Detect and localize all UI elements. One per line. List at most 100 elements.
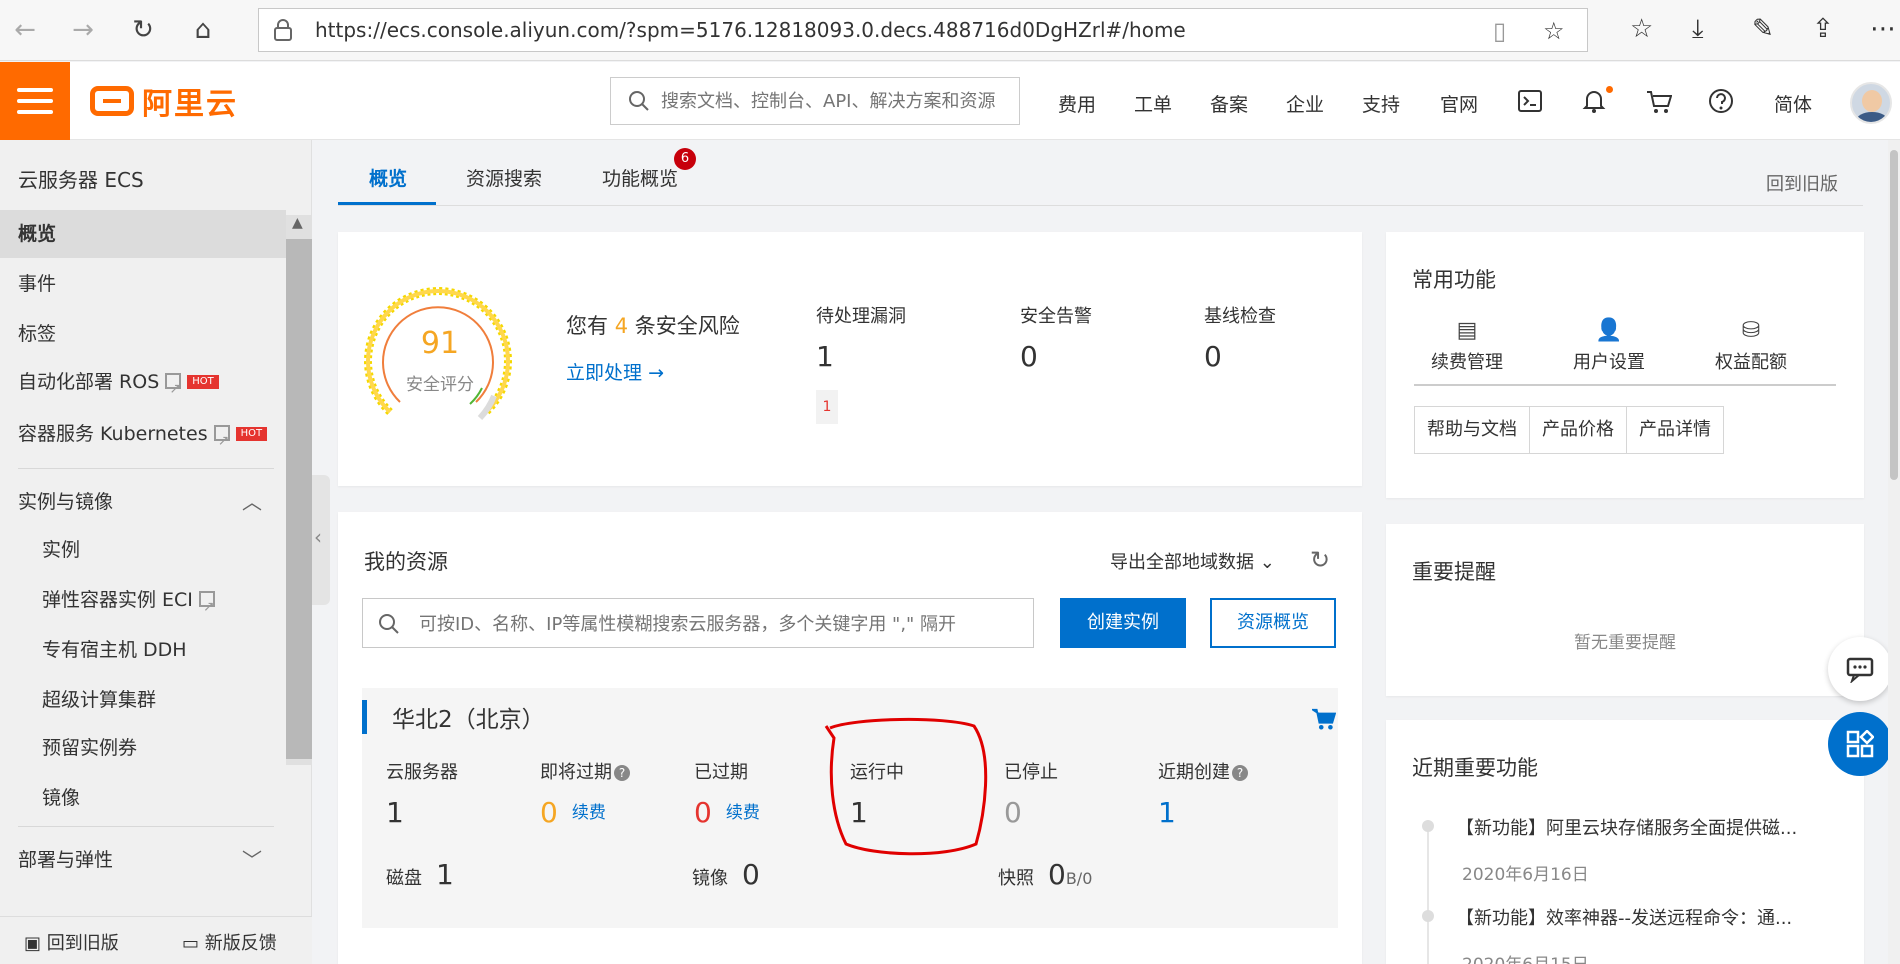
back-to-old-version[interactable]: 回到旧版 [1766, 170, 1838, 196]
sidebar-item-supercomputing[interactable]: 超级计算集群 [0, 676, 286, 724]
pending-vulns-value[interactable]: 1 [816, 340, 834, 373]
my-resources-title: 我的资源 [364, 550, 448, 574]
browser-toolbar: ← → ↻ ⌂ https://ecs.console.aliyun.com/?… [0, 0, 1900, 61]
user-settings-icon: 👤 [1595, 318, 1623, 343]
handle-now-link[interactable]: 立即处理 → [566, 358, 664, 385]
resource-search[interactable] [362, 598, 1034, 648]
metric-value-stopped[interactable]: 0 [1004, 796, 1022, 829]
important-notices-title: 重要提醒 [1412, 560, 1496, 584]
resource-overview-button[interactable]: 资源概览 [1210, 598, 1336, 648]
chat-button[interactable] [1828, 637, 1892, 701]
sidebar-section-instances[interactable]: 实例与镜像 ︿ [0, 478, 286, 526]
address-bar[interactable]: https://ecs.console.aliyun.com/?spm=5176… [258, 8, 1588, 52]
sidebar-item-events[interactable]: 事件 [0, 260, 286, 308]
sidebar-collapse-handle[interactable]: ‹ [312, 475, 330, 605]
help-icon[interactable] [1708, 88, 1734, 114]
news-item[interactable]: 【新功能】阿里云块存储服务全面提供磁... [1456, 814, 1797, 840]
resource-search-input[interactable] [419, 609, 1019, 639]
sidebar-item-overview[interactable]: 概览 [0, 210, 286, 258]
share-icon[interactable]: ⇪ [1812, 14, 1834, 44]
security-alerts-value[interactable]: 0 [1020, 340, 1038, 373]
header-link-website[interactable]: 官网 [1440, 90, 1478, 117]
user-avatar[interactable] [1850, 82, 1892, 124]
apps-button[interactable] [1828, 712, 1892, 776]
back-to-old-version-link[interactable]: ▣ 回到旧版 [24, 929, 119, 955]
news-item[interactable]: 【新功能】效率神器--发送远程命令：通... [1456, 904, 1792, 930]
page-scrollbar[interactable] [1888, 140, 1900, 964]
refresh-resources-icon[interactable]: ↻ [1310, 546, 1330, 574]
global-search[interactable] [610, 77, 1020, 125]
image-value[interactable]: 0 [742, 858, 760, 891]
sidebar-scrollbar[interactable]: ▲ [286, 215, 312, 765]
back-icon[interactable]: ← [10, 14, 40, 46]
region-cart-icon[interactable] [1312, 708, 1336, 730]
forward-icon[interactable]: → [68, 14, 98, 46]
metric-value-recent[interactable]: 1 [1158, 796, 1176, 829]
search-icon [629, 91, 649, 111]
sidebar-title: 云服务器 ECS [18, 168, 144, 192]
header-link-tickets[interactable]: 工单 [1134, 90, 1172, 117]
download-icon[interactable]: ⤓ [1692, 14, 1704, 45]
sidebar-item-eci[interactable]: 弹性容器实例 ECI [0, 576, 286, 631]
metric-value-expiring: 0 续费 [540, 796, 606, 829]
user-settings[interactable]: 👤 用户设置 [1538, 318, 1680, 374]
tab-feature-overview[interactable]: 功能概览 [602, 164, 678, 191]
renewal-management[interactable]: ▤ 续费管理 [1396, 318, 1538, 374]
disk-value[interactable]: 1 [436, 858, 454, 891]
bell-icon[interactable] [1582, 88, 1606, 114]
sidebar-item-ros[interactable]: 自动化部署 ROSHOT [0, 358, 286, 413]
tab-overview[interactable]: 概览 [369, 164, 407, 191]
notification-dot [1606, 86, 1613, 93]
baseline-check-value[interactable]: 0 [1204, 340, 1222, 373]
news-date: 2020年6月16日 [1462, 865, 1589, 885]
header-link-enterprise[interactable]: 企业 [1286, 90, 1324, 117]
sidebar-item-kubernetes[interactable]: 容器服务 KubernetesHOT [0, 410, 286, 465]
chevron-down-icon: ⌄ [1259, 552, 1275, 573]
page-scroll-thumb[interactable] [1890, 150, 1898, 480]
sidebar-section-deploy[interactable]: 部署与弹性 ﹀ [0, 836, 286, 884]
sidebar-scroll-thumb[interactable] [286, 239, 312, 759]
vuln-severity-pill: 1 [816, 390, 838, 424]
help-icon[interactable]: ? [614, 765, 630, 781]
cart-icon[interactable] [1646, 90, 1672, 114]
baseline-check-label: 基线检查 [1204, 306, 1276, 327]
feedback-link[interactable]: ▭ 新版反馈 [182, 929, 277, 955]
sidebar-item-instance[interactable]: 实例 [0, 526, 286, 574]
create-instance-button[interactable]: 创建实例 [1060, 598, 1186, 648]
sidebar-item-tags[interactable]: 标签 [0, 310, 286, 358]
scroll-up-icon[interactable]: ▲ [292, 215, 303, 231]
language-switch[interactable]: 简体 [1774, 90, 1812, 117]
hot-badge: HOT [187, 375, 219, 389]
more-icon[interactable]: ⋯ [1870, 14, 1896, 44]
home-icon[interactable]: ⌂ [188, 14, 218, 46]
export-region-data[interactable]: 导出全部地域数据 ⌄ [1110, 548, 1275, 574]
help-icon[interactable]: ? [1232, 765, 1248, 781]
snapshot-value[interactable]: 0B/0 [1048, 858, 1092, 891]
renew-link-expired[interactable]: 续费 [726, 803, 760, 823]
global-search-input[interactable] [661, 86, 1011, 116]
header-link-icp[interactable]: 备案 [1210, 90, 1248, 117]
favorites-list-icon[interactable]: ☆ [1630, 14, 1653, 44]
metric-label-expiring: 即将过期? [540, 758, 630, 784]
product-price-chip[interactable]: 产品价格 [1530, 407, 1627, 453]
chevron-left-icon: ‹ [314, 525, 322, 549]
renew-link-expiring[interactable]: 续费 [572, 803, 606, 823]
refresh-icon[interactable]: ↻ [128, 14, 158, 46]
reading-view-icon[interactable]: ▯ [1493, 17, 1506, 45]
quota-rights[interactable]: ⛁ 权益配额 [1680, 318, 1822, 374]
favorite-star-icon[interactable]: ☆ [1543, 17, 1565, 45]
header-link-support[interactable]: 支持 [1362, 90, 1400, 117]
sidebar-item-reserved[interactable]: 预留实例券 [0, 724, 286, 772]
sidebar-item-ddh[interactable]: 专有宿主机 DDH [0, 626, 286, 674]
help-docs-chip[interactable]: 帮助与文档 [1415, 407, 1530, 453]
database-icon: ⛁ [1741, 318, 1761, 343]
sidebar-item-images[interactable]: 镜像 [0, 774, 286, 822]
terminal-icon[interactable] [1518, 90, 1542, 112]
aliyun-logo[interactable]: 阿里云 [90, 82, 238, 122]
metric-value-servers[interactable]: 1 [386, 796, 404, 829]
tab-resource-search[interactable]: 资源搜索 [466, 164, 542, 191]
header-link-fees[interactable]: 费用 [1058, 90, 1096, 117]
pen-icon[interactable]: ✎ [1752, 14, 1774, 44]
hamburger-menu-icon[interactable] [0, 62, 70, 140]
product-details-chip[interactable]: 产品详情 [1627, 407, 1723, 453]
